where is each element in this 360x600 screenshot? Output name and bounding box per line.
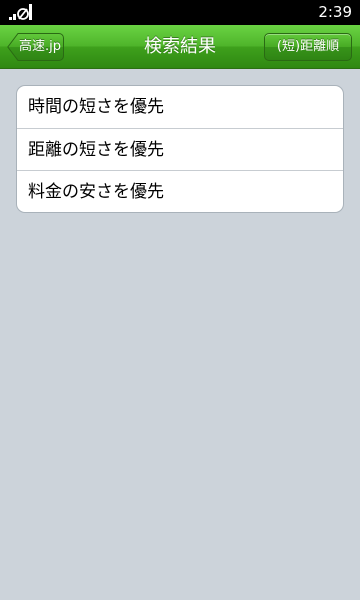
status-time: 2:39 (318, 3, 352, 21)
navigation-bar: 高速.jp 検索結果 (短)距離順 (0, 25, 360, 69)
list-item-distance-priority[interactable]: 距離の短さを優先 (17, 128, 343, 170)
sort-by-distance-button[interactable]: (短)距離順 (264, 33, 352, 61)
status-bar: 2:39 (0, 0, 360, 25)
back-button-label: 高速.jp (19, 39, 61, 54)
page-title: 検索結果 (144, 36, 216, 57)
signal-icon (9, 4, 32, 20)
back-button[interactable]: 高速.jp (7, 33, 64, 61)
route-priority-list: 時間の短さを優先 距離の短さを優先 料金の安さを優先 (16, 85, 344, 213)
list-item-time-priority[interactable]: 時間の短さを優先 (17, 86, 343, 128)
list-item-cost-priority[interactable]: 料金の安さを優先 (17, 170, 343, 212)
